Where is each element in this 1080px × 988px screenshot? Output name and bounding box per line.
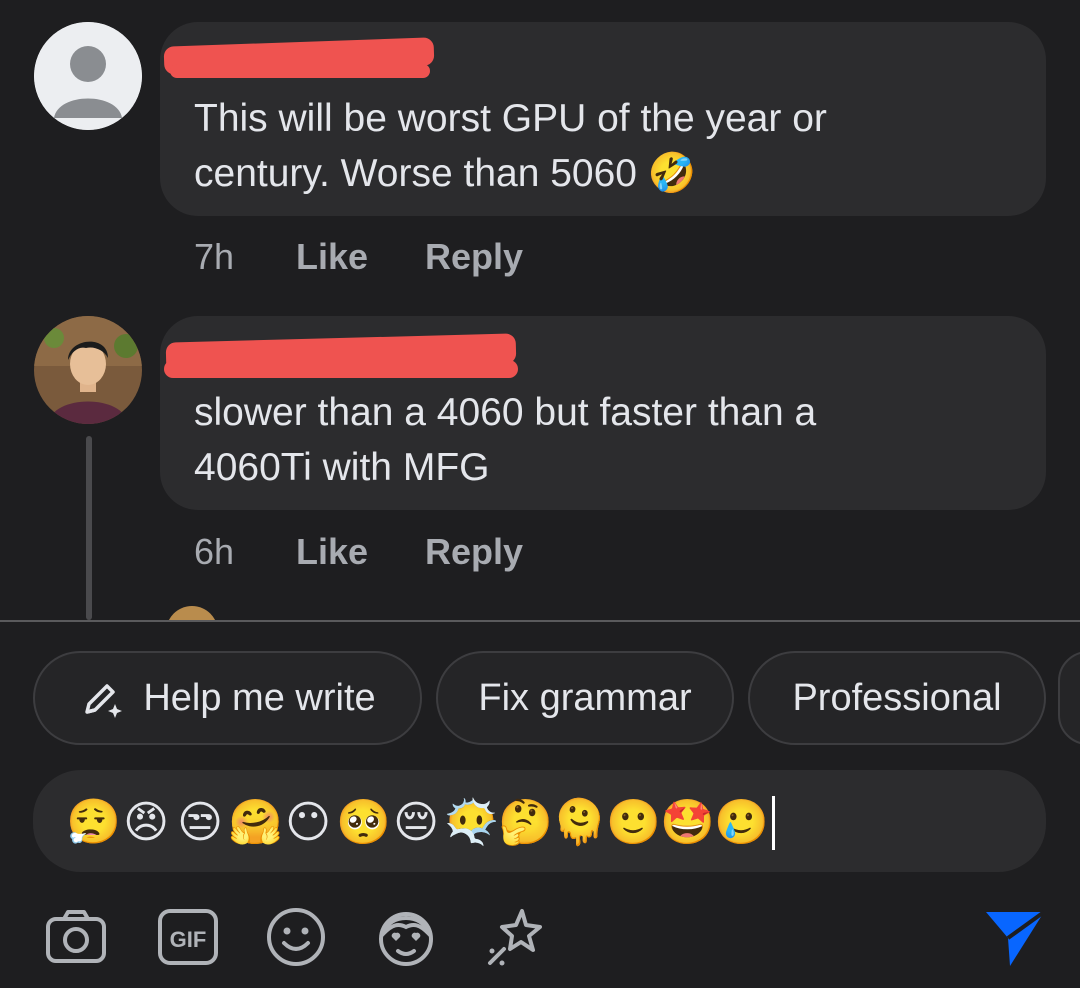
emoji-face-in-clouds: 😶‍🌫️ — [444, 798, 499, 847]
more-suggestions-chip[interactable] — [1058, 651, 1080, 745]
commenter-avatar-2[interactable] — [34, 316, 142, 424]
thread-line — [86, 436, 92, 620]
camera-icon[interactable] — [44, 905, 108, 969]
reply-button-2[interactable]: Reply — [425, 531, 523, 573]
commenter-avatar-1[interactable] — [34, 22, 142, 130]
emoji-thinking-face: 🤔 — [498, 798, 553, 847]
reply-button-1[interactable]: Reply — [425, 236, 523, 278]
like-button-1[interactable]: Like — [296, 236, 368, 278]
professional-label: Professional — [792, 676, 1002, 719]
emoji-smiling-face-with-tear: 🥲 — [714, 798, 769, 847]
comment-bubble-2: slower than a 4060 but faster than a 406… — [160, 316, 1046, 510]
emoji-star-struck: 🤩 — [660, 798, 715, 847]
fix-grammar-chip[interactable]: Fix grammar — [436, 651, 734, 745]
comment-timestamp-1: 7h — [194, 236, 235, 277]
pencil-sparkle-icon — [79, 676, 123, 720]
emoji-unamused-face: 😒 — [177, 798, 223, 847]
emoji-melting-face: 🫠 — [552, 798, 607, 847]
comment-text-1-line1: This will be worst GPU of the year or — [194, 97, 827, 140]
sparkle-effects-icon[interactable] — [484, 905, 548, 969]
comment-input-content[interactable]: 😮‍💨 😠 😒 🤗 😶 🥺 😔 😶‍🌫️ 🤔 🫠 🙂 🤩 🥲 — [66, 796, 775, 850]
emoji-face-without-mouth: 😶 — [285, 798, 331, 847]
emoji-slightly-smiling-face: 🙂 — [606, 798, 661, 847]
help-me-write-chip[interactable]: Help me write — [33, 651, 422, 745]
avatar-sticker-icon[interactable] — [374, 905, 438, 969]
emoji-angry-face: 😠 — [123, 798, 169, 847]
redacted-author-name-underline — [164, 360, 518, 378]
like-button-2[interactable]: Like — [296, 531, 368, 573]
emoji-hugging-face: 🤗 — [228, 798, 283, 847]
comment-timestamp-2: 6h — [194, 531, 235, 572]
fix-grammar-label: Fix grammar — [478, 676, 692, 719]
comment-text-2-line2: 4060Ti with MFG — [194, 446, 490, 489]
help-me-write-label: Help me write — [143, 676, 376, 719]
comment-text-2-line1: slower than a 4060 but faster than a — [194, 391, 817, 434]
send-icon[interactable] — [982, 906, 1048, 968]
emoji-pensive-face: 😔 — [393, 798, 439, 847]
composer-divider — [0, 620, 1080, 622]
comment-bubble-1: This will be worst GPU of the year or ce… — [160, 22, 1046, 216]
comment-text-1-line2: century. Worse than 5060 🤣 — [194, 152, 697, 195]
next-reply-avatar — [166, 606, 218, 620]
text-cursor — [772, 796, 775, 850]
professional-chip[interactable]: Professional — [748, 651, 1046, 745]
emoji-icon[interactable] — [264, 905, 328, 969]
emoji-pleading-face: 🥺 — [336, 798, 391, 847]
svg-text:GIF: GIF — [170, 927, 207, 952]
emoji-face-exhaling: 😮‍💨 — [66, 798, 121, 847]
gif-icon[interactable]: GIF — [156, 905, 220, 969]
redacted-author-name-underline — [170, 64, 430, 78]
